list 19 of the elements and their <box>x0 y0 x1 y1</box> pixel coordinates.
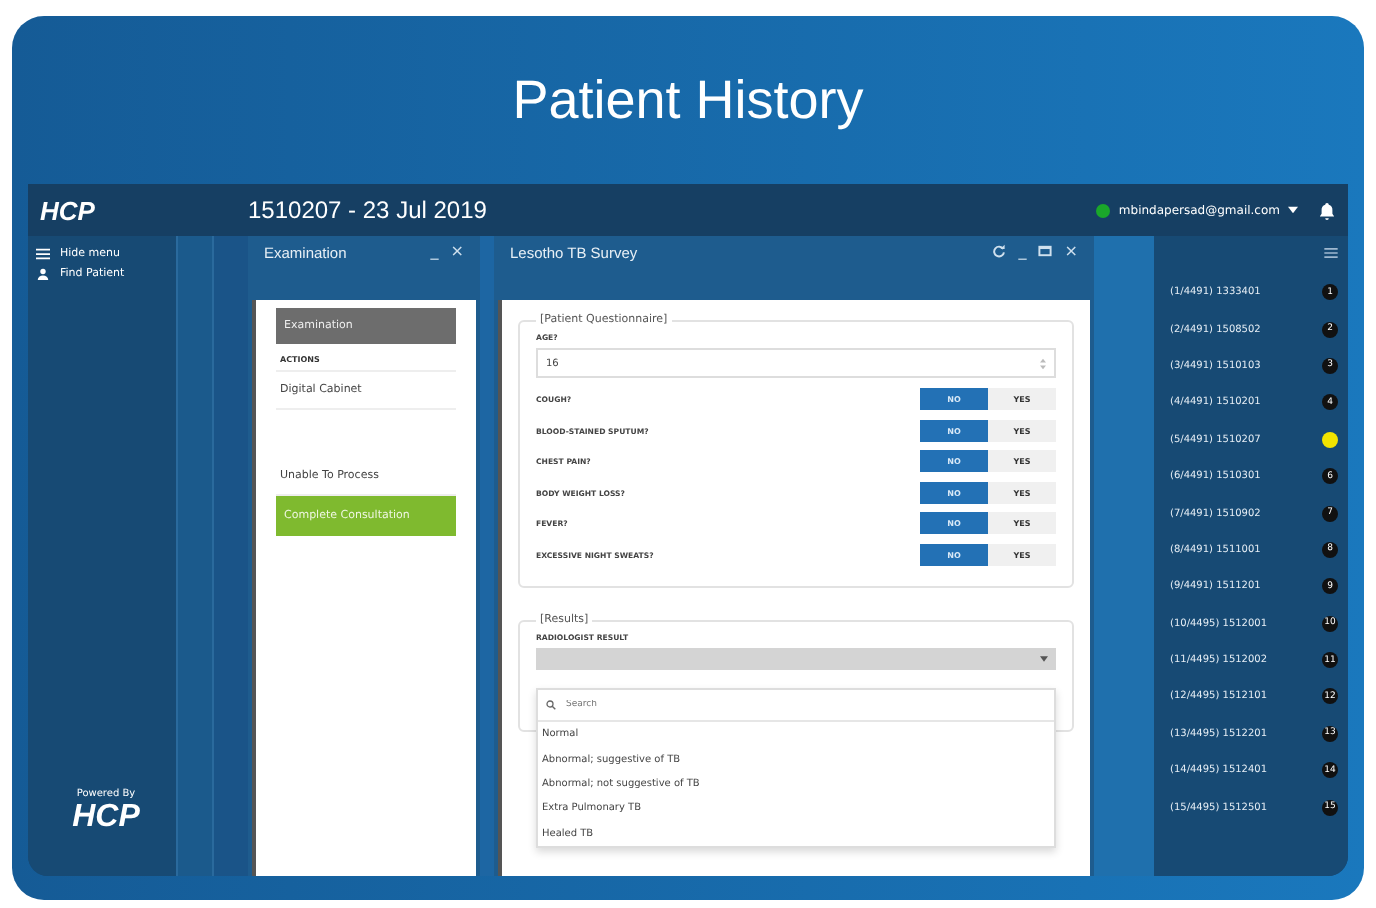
select-field[interactable] <box>536 648 1056 670</box>
record-title: 1510207 - 23 Jul 2019 <box>248 196 487 224</box>
close-button[interactable]: × <box>1064 244 1078 260</box>
caret-icon <box>1288 206 1298 214</box>
maximize-icon[interactable] <box>1038 244 1053 258</box>
close-button[interactable]: × <box>450 244 464 260</box>
person-icon <box>36 268 50 280</box>
footer-logo: HCP <box>72 800 140 836</box>
caret-icon <box>1040 656 1048 662</box>
minimize-button[interactable]: _ <box>1018 244 1027 260</box>
menu-icon[interactable] <box>1324 248 1338 258</box>
search-icon <box>546 700 556 710</box>
refresh-icon[interactable] <box>992 244 1007 258</box>
page-title: Patient History <box>510 67 866 134</box>
bell-icon[interactable] <box>1318 201 1336 219</box>
spinner-icon <box>1040 357 1046 369</box>
logo: HCP <box>40 195 97 225</box>
menu-icon <box>36 248 50 260</box>
minimize-button[interactable]: _ <box>430 244 439 260</box>
